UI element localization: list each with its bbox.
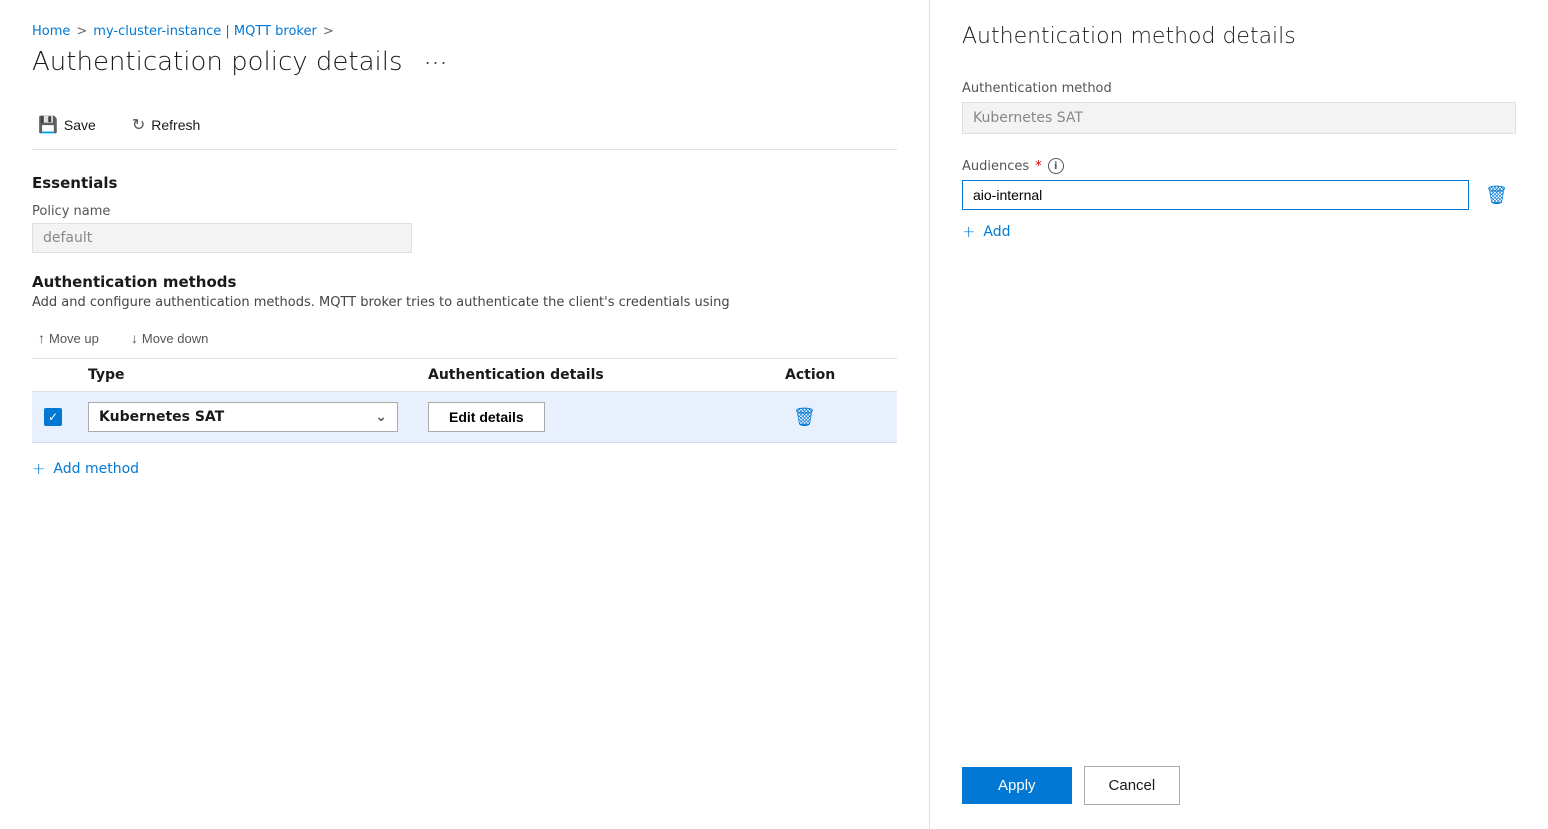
chevron-down-icon: ⌄ [375, 409, 387, 425]
policy-name-value: default [32, 223, 412, 253]
toolbar: 💾 Save ↻ Refresh [32, 101, 897, 150]
audience-input[interactable] [962, 180, 1469, 210]
right-title: Authentication method details [962, 24, 1516, 49]
save-icon: 💾 [38, 115, 58, 135]
add-method-row[interactable]: + Add method [32, 443, 897, 494]
refresh-button[interactable]: ↻ Refresh [126, 111, 206, 139]
apply-button[interactable]: Apply [962, 767, 1072, 804]
edit-details-button[interactable]: Edit details [428, 402, 545, 432]
move-controls: ↑ Move up ↓ Move down [32, 326, 897, 358]
auth-method-value: Kubernetes SAT [962, 102, 1516, 134]
trash-audience-icon: 🗑 [1485, 185, 1508, 205]
ellipsis-button[interactable]: ··· [419, 50, 455, 75]
move-down-label: Move down [142, 331, 208, 346]
row-checkbox[interactable] [44, 408, 62, 426]
auth-method-label: Authentication method [962, 81, 1516, 96]
row-type-cell: Kubernetes SAT ⌄ [88, 402, 428, 432]
save-label: Save [64, 117, 96, 133]
add-audience-plus-icon: + [962, 222, 975, 241]
audience-input-row: 🗑 [962, 180, 1516, 210]
move-up-button[interactable]: ↑ Move up [32, 326, 105, 350]
delete-audience-button[interactable]: 🗑 [1477, 181, 1516, 210]
essentials-title: Essentials [32, 174, 897, 192]
add-audience-row[interactable]: + Add [962, 222, 1516, 241]
arrow-down-icon: ↓ [131, 330, 138, 346]
breadcrumb-home[interactable]: Home [32, 24, 70, 39]
audiences-label-row: Audiences * i [962, 158, 1516, 174]
row-auth-cell: Edit details [428, 402, 785, 432]
save-button[interactable]: 💾 Save [32, 111, 102, 139]
add-method-plus-icon: + [32, 459, 45, 478]
essentials-section: Essentials Policy name default [32, 174, 897, 273]
type-dropdown-value: Kubernetes SAT [99, 409, 224, 425]
table-header: Type Authentication details Action [32, 358, 897, 392]
move-down-button[interactable]: ↓ Move down [125, 326, 214, 350]
right-panel: Authentication method details Authentica… [930, 0, 1548, 829]
add-audience-label: Add [983, 224, 1010, 240]
auth-methods-desc: Add and configure authentication methods… [32, 295, 897, 310]
auth-methods-section: Authentication methods Add and configure… [32, 273, 897, 494]
page-title-row: Authentication policy details ··· [32, 47, 897, 77]
add-method-label: Add method [53, 461, 139, 477]
refresh-icon: ↻ [132, 115, 145, 135]
policy-name-label: Policy name [32, 204, 897, 219]
info-icon[interactable]: i [1048, 158, 1064, 174]
move-up-label: Move up [49, 331, 99, 346]
page-title: Authentication policy details [32, 47, 403, 77]
col-action-header: Action [785, 367, 885, 383]
refresh-label: Refresh [151, 117, 200, 133]
col-auth-header: Authentication details [428, 367, 785, 383]
breadcrumb-cluster[interactable]: my-cluster-instance | MQTT broker [93, 24, 317, 39]
table-row: Kubernetes SAT ⌄ Edit details 🗑 [32, 392, 897, 443]
required-asterisk: * [1035, 159, 1042, 174]
breadcrumb-sep2: > [323, 24, 334, 39]
cancel-button[interactable]: Cancel [1084, 766, 1181, 805]
breadcrumb: Home > my-cluster-instance | MQTT broker… [32, 24, 897, 39]
delete-row-button[interactable]: 🗑 [785, 403, 824, 432]
row-action-cell: 🗑 [785, 403, 885, 432]
breadcrumb-sep1: > [76, 24, 87, 39]
auth-methods-title: Authentication methods [32, 273, 897, 291]
arrow-up-icon: ↑ [38, 330, 45, 346]
audiences-label-text: Audiences [962, 159, 1029, 174]
left-panel: Home > my-cluster-instance | MQTT broker… [0, 0, 930, 829]
type-dropdown[interactable]: Kubernetes SAT ⌄ [88, 402, 398, 432]
col-type-header: Type [88, 367, 428, 383]
right-footer: Apply Cancel [962, 742, 1516, 805]
row-check-cell [44, 408, 88, 426]
trash-icon: 🗑 [793, 407, 816, 427]
